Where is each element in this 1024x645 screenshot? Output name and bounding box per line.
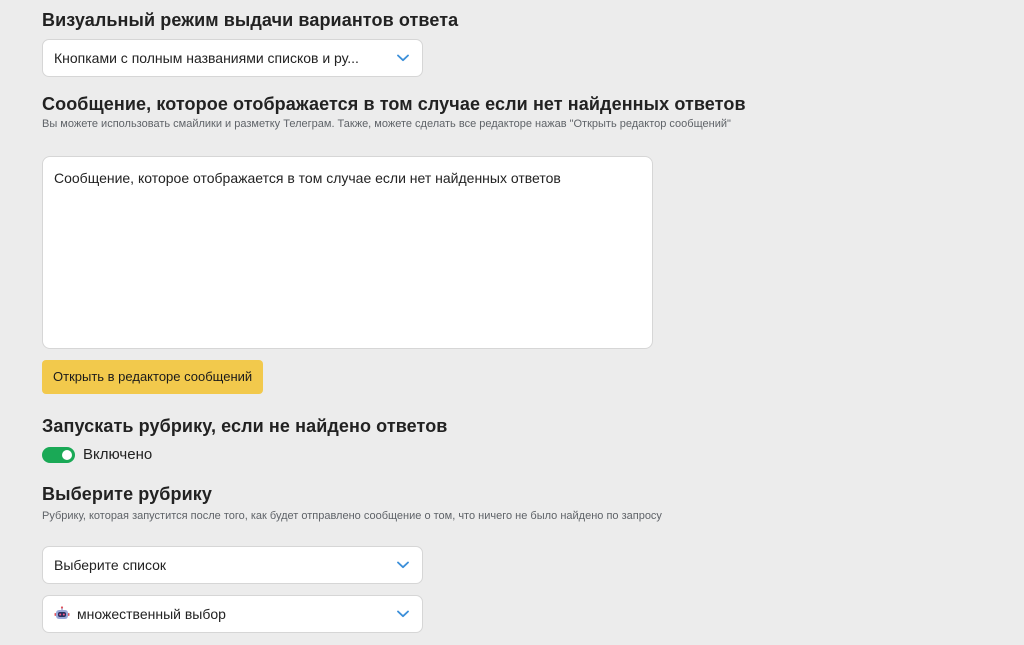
list-select[interactable]: Выберите список <box>42 546 423 584</box>
run-rubric-section: Запускать рубрику, если не найдено ответ… <box>42 415 447 437</box>
no-answer-section: Сообщение, которое отображается в том сл… <box>42 93 762 131</box>
chevron-down-icon <box>396 558 410 572</box>
rubric-select[interactable]: множественный выбор <box>42 595 423 633</box>
run-rubric-toggle-row: Включено <box>42 446 152 463</box>
no-answer-textarea[interactable]: Сообщение, которое отображается в том сл… <box>42 156 653 349</box>
rubric-select-value: множественный выбор <box>77 606 226 622</box>
toggle-knob <box>62 449 72 460</box>
chevron-down-icon <box>396 51 410 65</box>
choose-rubric-hint: Рубрику, которая запустится после того, … <box>42 510 662 522</box>
display-mode-select[interactable]: Кнопками с полным названиями списков и р… <box>42 39 423 77</box>
display-mode-select-value: Кнопками с полным названиями списков и р… <box>54 50 359 66</box>
no-answer-textarea-value: Сообщение, которое отображается в том сл… <box>54 170 561 186</box>
no-answer-hint: Вы можете использовать смайлики и размет… <box>42 118 731 130</box>
list-select-value: Выберите список <box>54 557 167 573</box>
open-editor-button[interactable]: Открыть в редакторе сообщений <box>42 360 264 394</box>
chevron-down-icon <box>396 607 410 621</box>
choose-rubric-title: Выберите рубрику <box>42 484 212 504</box>
run-rubric-toggle-label: Включено <box>83 446 153 463</box>
display-mode-title: Визуальный режим выдачи вариантов ответа <box>42 10 459 30</box>
run-rubric-toggle[interactable] <box>42 446 75 463</box>
run-rubric-title: Запускать рубрику, если не найдено ответ… <box>42 416 448 436</box>
no-answer-title: Сообщение, которое отображается в том сл… <box>42 94 746 114</box>
robot-icon <box>54 606 70 622</box>
display-mode-section: Визуальный режим выдачи вариантов ответа <box>42 9 458 31</box>
choose-rubric-section: Выберите рубрику Рубрику, которая запуст… <box>42 483 762 523</box>
